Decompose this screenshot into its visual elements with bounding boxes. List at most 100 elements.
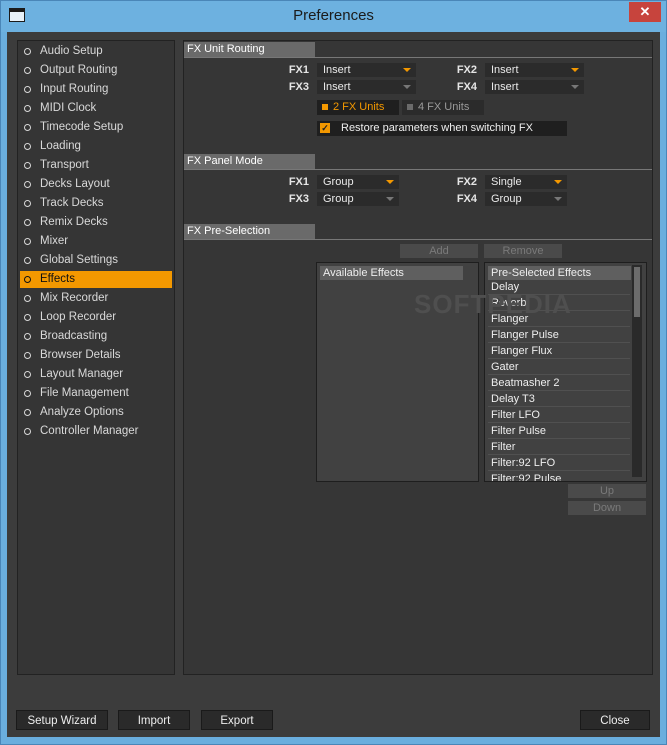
add-effect-button[interactable]: Add [400, 244, 478, 258]
panel-fx3-dropdown[interactable]: Group [317, 192, 399, 206]
sidebar-item-transport[interactable]: Transport [20, 157, 172, 174]
list-item[interactable]: Delay T3 [488, 392, 630, 407]
sidebar-item-file-management[interactable]: File Management [20, 385, 172, 402]
radio-bullet-icon [24, 124, 31, 131]
list-item[interactable]: Flanger Pulse [488, 328, 630, 343]
routing-fx4-dropdown[interactable]: Insert [485, 80, 584, 94]
sidebar-item-analyze-options[interactable]: Analyze Options [20, 404, 172, 421]
sidebar-item-mixer[interactable]: Mixer [20, 233, 172, 250]
softpedia-watermark: SOFTPEDIA [414, 289, 572, 319]
radio-bullet-icon [24, 409, 31, 416]
panel-fx1-dropdown[interactable]: Group [317, 175, 399, 189]
sidebar-item-label: Mixer [40, 235, 69, 247]
radio-bullet-icon [24, 162, 31, 169]
radio-bullet-icon [24, 428, 31, 435]
remove-effect-button[interactable]: Remove [484, 244, 562, 258]
fx-panel-mode-header: FX Panel Mode [184, 154, 315, 169]
chevron-down-icon [554, 197, 562, 201]
chevron-down-icon [403, 68, 411, 72]
routing-fx1-dropdown[interactable]: Insert [317, 63, 416, 77]
sidebar-item-input-routing[interactable]: Input Routing [20, 81, 172, 98]
sidebar-item-label: Timecode Setup [40, 121, 124, 133]
routing-fx2-dropdown[interactable]: Insert [485, 63, 584, 77]
sidebar-item-timecode-setup[interactable]: Timecode Setup [20, 119, 172, 136]
export-button[interactable]: Export [201, 710, 273, 730]
panel-fx1-label: FX1 [288, 176, 309, 188]
radio-bullet-icon [24, 390, 31, 397]
sidebar-item-remix-decks[interactable]: Remix Decks [20, 214, 172, 231]
sidebar-item-layout-manager[interactable]: Layout Manager [20, 366, 172, 383]
client-area: Audio Setup Output Routing Input Routing MI… [7, 32, 660, 737]
radio-bullet-icon [24, 371, 31, 378]
routing-fx4-label: FX4 [456, 81, 477, 93]
list-item[interactable]: Filter:92 LFO [488, 456, 630, 471]
radio-bullet-icon [24, 219, 31, 226]
chevron-down-icon [571, 68, 579, 72]
preselected-effects-header: Pre-Selected Effects [488, 266, 631, 280]
move-up-button[interactable]: Up [568, 484, 646, 498]
window-close-button[interactable]: ✕ [629, 2, 661, 22]
restore-parameters-checkbox[interactable]: ✓ Restore parameters when switching FX [317, 121, 567, 136]
radio-bullet-icon [24, 352, 31, 359]
sidebar-item-label: Transport [40, 159, 89, 171]
sidebar-item-label: Track Decks [40, 197, 104, 209]
sidebar-item-label: Broadcasting [40, 330, 108, 342]
chevron-down-icon [386, 180, 394, 184]
two-fx-units-button[interactable]: 2 FX Units [317, 100, 399, 115]
panel-fx2-label: FX2 [456, 176, 477, 188]
move-down-button[interactable]: Down [568, 501, 646, 515]
sidebar-item-output-routing[interactable]: Output Routing [20, 62, 172, 79]
four-fx-units-button[interactable]: 4 FX Units [402, 100, 484, 115]
fx-unit-routing-header: FX Unit Routing [184, 42, 315, 57]
radio-on-icon [322, 104, 328, 110]
sidebar-item-label: Loading [40, 140, 81, 152]
sidebar-item-loading[interactable]: Loading [20, 138, 172, 155]
routing-fx3-value: Insert [323, 81, 351, 93]
panel-fx1-value: Group [323, 176, 354, 188]
routing-fx1-label: FX1 [288, 64, 309, 76]
sidebar-item-mix-recorder[interactable]: Mix Recorder [20, 290, 172, 307]
list-item[interactable]: Filter Pulse [488, 424, 630, 439]
checkmark-icon: ✓ [320, 123, 330, 133]
routing-fx1-value: Insert [323, 64, 351, 76]
close-button[interactable]: Close [580, 710, 650, 730]
sidebar-item-effects[interactable]: Effects [20, 271, 172, 288]
sidebar-item-global-settings[interactable]: Global Settings [20, 252, 172, 269]
sidebar-item-label: Decks Layout [40, 178, 110, 190]
panel-fx4-label: FX4 [456, 193, 477, 205]
list-item[interactable]: Filter LFO [488, 408, 630, 423]
sidebar-item-midi-clock[interactable]: MIDI Clock [20, 100, 172, 117]
panel-fx2-dropdown[interactable]: Single [485, 175, 567, 189]
title-bar[interactable]: Preferences ✕ [1, 1, 666, 32]
preferences-window: Preferences ✕ Audio Setup Output Routing I… [0, 0, 667, 745]
list-item[interactable]: Filter:92 Pulse [488, 472, 630, 481]
sidebar-item-loop-recorder[interactable]: Loop Recorder [20, 309, 172, 326]
import-button[interactable]: Import [118, 710, 190, 730]
sidebar-item-broadcasting[interactable]: Broadcasting [20, 328, 172, 345]
sidebar-item-decks-layout[interactable]: Decks Layout [20, 176, 172, 193]
panel-fx4-value: Group [491, 193, 522, 205]
radio-bullet-icon [24, 295, 31, 302]
sidebar-item-audio-setup[interactable]: Audio Setup [20, 43, 172, 60]
fx-preselection-section: FX Pre-Selection [184, 224, 652, 240]
sidebar-item-track-decks[interactable]: Track Decks [20, 195, 172, 212]
panel-fx4-dropdown[interactable]: Group [485, 192, 567, 206]
sidebar-item-browser-details[interactable]: Browser Details [20, 347, 172, 364]
sidebar-item-label: Browser Details [40, 349, 121, 361]
sidebar-item-label: Layout Manager [40, 368, 124, 380]
radio-bullet-icon [24, 257, 31, 264]
sidebar-item-label: Remix Decks [40, 216, 108, 228]
list-item[interactable]: Beatmasher 2 [488, 376, 630, 391]
fx-unit-routing-section: FX Unit Routing [184, 42, 652, 58]
setup-wizard-button[interactable]: Setup Wizard [16, 710, 108, 730]
list-item[interactable]: Gater [488, 360, 630, 375]
routing-fx3-dropdown[interactable]: Insert [317, 80, 416, 94]
radio-bullet-icon [24, 67, 31, 74]
list-item[interactable]: Flanger Flux [488, 344, 630, 359]
scrollbar-thumb[interactable] [634, 267, 640, 317]
preferences-sidebar: Audio Setup Output Routing Input Routing MI… [17, 40, 175, 675]
window-title: Preferences [293, 7, 374, 24]
sidebar-item-controller-manager[interactable]: Controller Manager [20, 423, 172, 440]
list-item[interactable]: Filter [488, 440, 630, 455]
preselected-scrollbar[interactable] [632, 265, 642, 477]
